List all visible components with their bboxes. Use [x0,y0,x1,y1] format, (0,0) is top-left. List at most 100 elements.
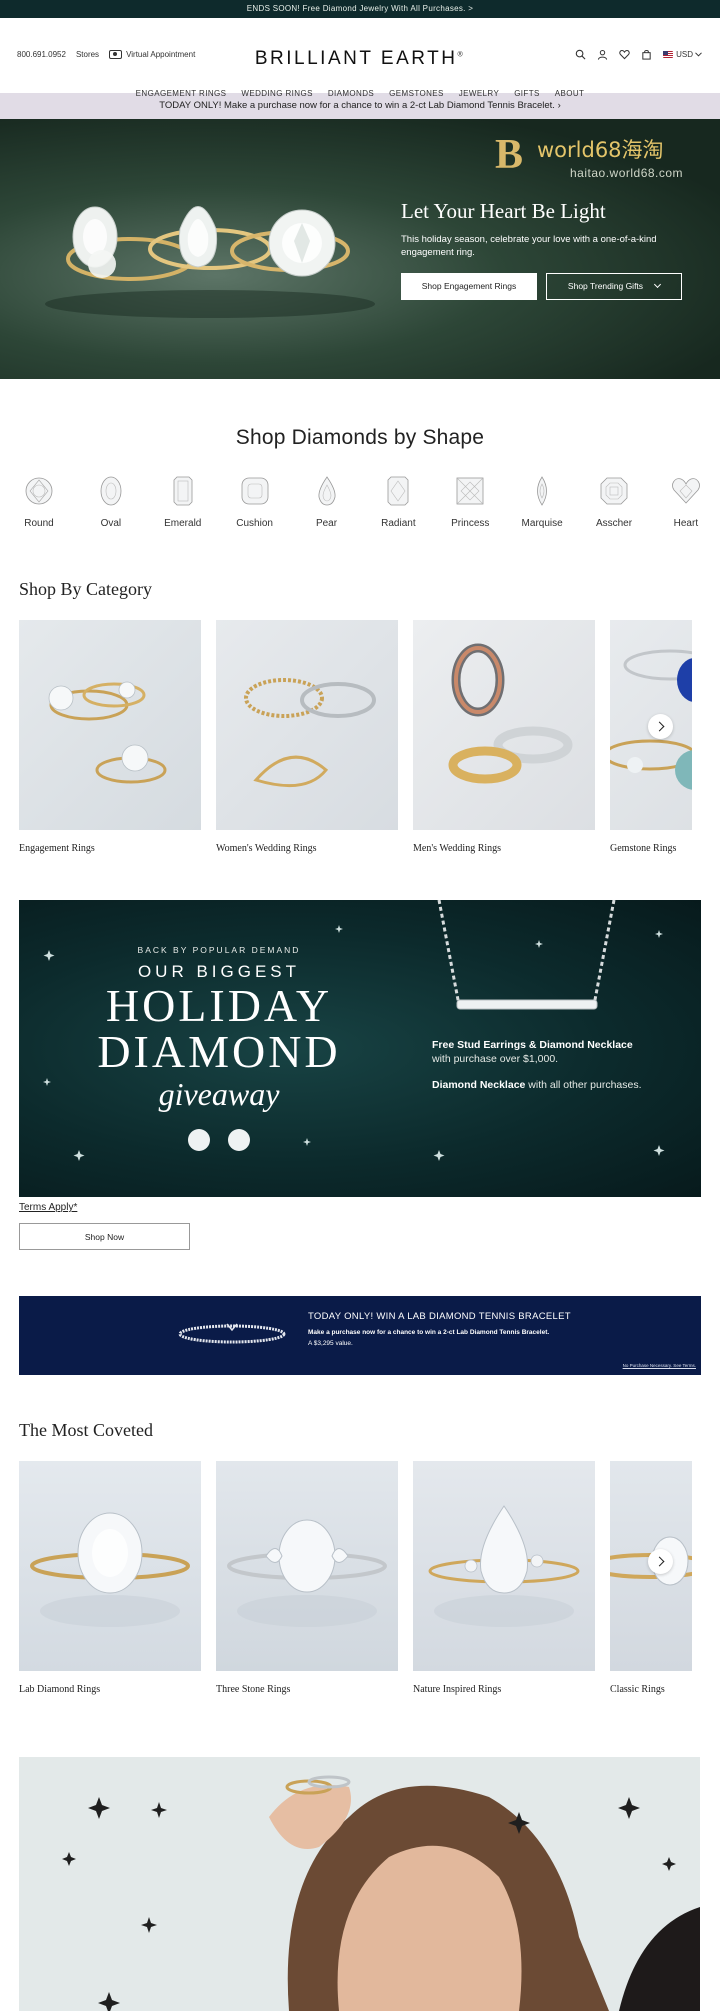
category-heading: Shop By Category [19,579,152,599]
tennis-title: TODAY ONLY! WIN A LAB DIAMOND TENNIS BRA… [308,1311,571,1322]
coveted-next-button[interactable] [648,1549,673,1574]
holiday-giveaway-banner[interactable]: BACK BY POPULAR DEMAND OUR BIGGEST HOLID… [19,900,701,1197]
asscher-diamond-icon [600,477,628,505]
tennis-value: A $3,295 value. [308,1340,353,1347]
category-label: Men's Wedding Rings [413,843,502,854]
shapes-list: Round Oval Emerald Cushion Pear Radiant … [0,476,720,531]
giveaway-title-script: giveaway [158,1076,280,1112]
shape-label: Heart [673,518,699,529]
coveted-card-classic[interactable]: Classic Rings [610,1461,692,1695]
site-header: 800.691.0952 Stores Virtual Appointment … [0,18,720,98]
shape-label: Pear [315,518,338,529]
currency-selector[interactable]: USD [663,50,702,59]
emerald-diamond-icon [173,476,193,506]
shape-label: Round [24,518,54,529]
watermark-text: world68海淘 [537,138,664,162]
shape-asscher[interactable]: Asscher [590,476,638,531]
watermark-url: haitao.world68.com [570,166,684,180]
hero-text: This holiday season, celebrate your love… [401,234,657,258]
header-actions: USD [575,49,702,60]
coveted-card-three-stone[interactable]: Three Stone Rings [216,1461,398,1695]
nav-gifts[interactable]: GIFTS [514,89,540,98]
shapes-heading: Shop Diamonds by Shape [235,426,485,449]
tennis-text: Make a purchase now for a chance to win … [308,1329,550,1336]
tennis-bracelet-banner[interactable]: TODAY ONLY! WIN A LAB DIAMOND TENNIS BRA… [19,1296,701,1375]
coveted-card-lab-diamond[interactable]: Lab Diamond Rings [19,1461,201,1695]
round-diamond-icon [25,477,53,505]
nav-jewelry[interactable]: JEWELRY [459,89,499,98]
shape-pear[interactable]: Pear [303,476,351,531]
shape-princess[interactable]: Princess [446,476,494,531]
coveted-label: Three Stone Rings [216,1684,291,1695]
giveaway-offer2-title: Diamond Necklace [432,1079,526,1091]
radiant-diamond-icon [387,476,409,506]
category-label: Gemstone Rings [610,843,677,854]
nature-inspired-ring-image [413,1461,595,1671]
model-editorial-image [19,1757,700,2011]
currency-label: USD [676,50,693,59]
search-icon[interactable] [575,49,586,60]
shape-label: Radiant [381,518,416,529]
coveted-label: Nature Inspired Rings [413,1684,502,1695]
nav-about[interactable]: ABOUT [555,89,585,98]
nav-engagement-rings[interactable]: ENGAGEMENT RINGS [136,89,227,98]
shape-oval[interactable]: Oval [87,476,135,531]
category-next-button[interactable] [648,714,673,739]
category-carousel: Engagement Rings Women's Wedding Rings M… [19,620,692,854]
shopping-bag-icon[interactable] [641,49,652,60]
shape-marquise[interactable]: Marquise [518,476,566,531]
hero-title: Let Your Heart Be Light [401,199,606,223]
shape-radiant[interactable]: Radiant [374,476,422,531]
shop-now-button[interactable]: Shop Now [19,1223,190,1250]
shape-label: Oval [100,518,122,529]
giveaway-title-line2: DIAMOND [97,1026,341,1077]
category-card-womens-wedding[interactable]: Women's Wedding Rings [216,620,398,854]
giveaway-offer2-text: with all other purchases. [525,1079,642,1091]
category-card-gemstone[interactable]: Gemstone Rings [610,620,692,854]
shape-label: Marquise [521,518,563,529]
giveaway-title-line1: HOLIDAY [105,980,333,1031]
three-stone-ring-image [216,1461,398,1671]
coveted-card-nature[interactable]: Nature Inspired Rings [413,1461,595,1695]
account-icon[interactable] [597,49,608,60]
giveaway-subtitle: OUR BIGGEST [137,962,301,981]
giveaway-offer1-title: Free Stud Earrings & Diamond Necklace [432,1039,633,1051]
shape-round[interactable]: Round [15,476,63,531]
tennis-terms-link[interactable]: No Purchase Necessary. See Terms. [623,1363,696,1368]
category-card-mens-wedding[interactable]: Men's Wedding Rings [413,620,595,854]
mens-wedding-rings-image [413,620,595,830]
womens-wedding-rings-image [216,620,398,830]
engagement-rings-image [19,620,201,830]
logo-text: BRILLIANT EARTH [254,48,458,69]
coveted-heading: The Most Coveted [19,1420,153,1440]
shop-trending-gifts-label: Shop Trending Gifts [567,281,644,291]
announcement-bar[interactable]: ENDS SOON! Free Diamond Jewelry With All… [0,0,720,18]
bracelet-image [178,1323,286,1344]
coveted-label: Lab Diamond Rings [19,1684,101,1695]
terms-link[interactable]: Terms Apply* [19,1202,720,1213]
coveted-label: Classic Rings [610,1684,665,1695]
shop-trending-gifts-button[interactable]: Shop Trending Gifts [546,273,682,300]
shape-label: Asscher [595,518,633,529]
shape-cushion[interactable]: Cushion [231,476,279,531]
coveted-carousel: Lab Diamond Rings Three Stone Rings Natu… [19,1461,692,1695]
shop-engagement-rings-button[interactable]: Shop Engagement Rings [401,273,537,300]
chevron-down-icon [695,52,702,57]
logo-registered-mark: ® [457,51,466,59]
heart-diamond-icon [672,478,700,504]
shape-heart[interactable]: Heart [662,476,710,531]
shape-label: Princess [451,518,490,529]
nav-diamonds[interactable]: DIAMONDS [328,89,374,98]
pear-diamond-icon [318,476,335,506]
nav-wedding-rings[interactable]: WEDDING RINGS [241,89,312,98]
chevron-down-icon [654,280,662,289]
wishlist-heart-icon[interactable] [619,49,630,60]
category-card-engagement[interactable]: Engagement Rings [19,620,201,854]
princess-diamond-icon [456,477,484,505]
giveaway-kicker: BACK BY POPULAR DEMAND [137,945,301,955]
giveaway-offer2: Diamond Necklace with all other purchase… [432,1079,642,1091]
shape-emerald[interactable]: Emerald [159,476,207,531]
main-nav: ENGAGEMENT RINGS WEDDING RINGS DIAMONDS … [0,89,720,98]
rings-hero-image [45,206,375,318]
nav-gemstones[interactable]: GEMSTONES [389,89,444,98]
